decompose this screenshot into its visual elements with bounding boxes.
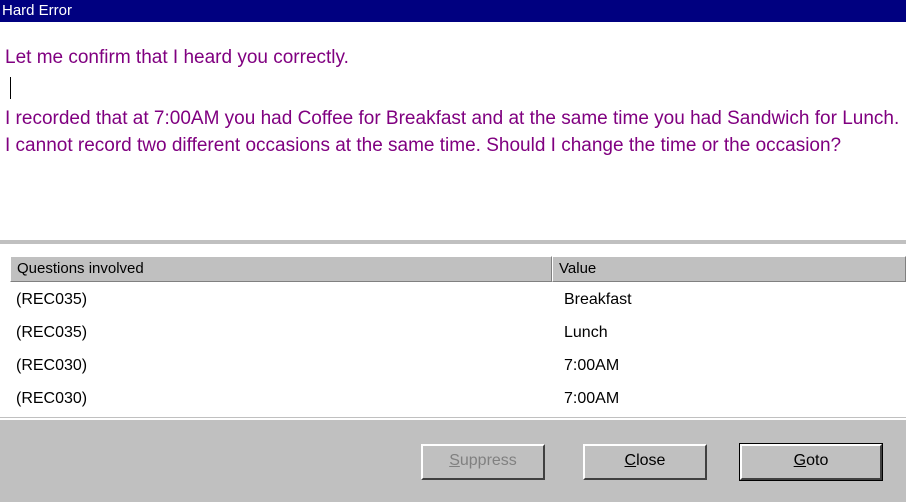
table-row[interactable]: (REC035) Lunch bbox=[0, 323, 906, 356]
error-description: I recorded that at 7:00AM you had Coffee… bbox=[5, 108, 900, 156]
column-header-value[interactable]: Value bbox=[552, 256, 906, 282]
table-row[interactable]: (REC030) 7:00AM bbox=[0, 356, 906, 389]
question-cell: (REC035) bbox=[16, 324, 88, 341]
window-title: Hard Error bbox=[0, 0, 906, 22]
suppress-button[interactable]: Suppress bbox=[421, 444, 545, 480]
value-cell: Lunch bbox=[564, 324, 608, 341]
button-bar: Suppress Close Goto bbox=[0, 420, 906, 502]
text-caret bbox=[10, 77, 11, 99]
question-cell: (REC030) bbox=[16, 390, 88, 407]
table-row[interactable]: (REC030) 7:00AM bbox=[0, 389, 906, 422]
value-cell: 7:00AM bbox=[564, 390, 620, 407]
hard-error-window: Hard Error Let me confirm that I heard y… bbox=[0, 0, 906, 502]
table-row[interactable]: (REC035) Breakfast bbox=[0, 290, 906, 323]
questions-grid: Questions involved Value (REC035) Breakf… bbox=[0, 240, 906, 418]
close-button[interactable]: Close bbox=[583, 444, 707, 480]
question-cell: (REC035) bbox=[16, 291, 88, 308]
grid-header: Questions involved Value bbox=[10, 256, 906, 282]
confirm-text: Let me confirm that I heard you correctl… bbox=[5, 47, 349, 68]
grid-rows: (REC035) Breakfast (REC035) Lunch (REC03… bbox=[0, 290, 906, 422]
goto-button[interactable]: Goto bbox=[739, 443, 883, 481]
column-header-questions[interactable]: Questions involved bbox=[10, 256, 552, 282]
message-area: Let me confirm that I heard you correctl… bbox=[5, 44, 905, 159]
question-cell: (REC030) bbox=[16, 357, 88, 374]
value-cell: Breakfast bbox=[564, 291, 632, 308]
value-cell: 7:00AM bbox=[564, 357, 620, 374]
